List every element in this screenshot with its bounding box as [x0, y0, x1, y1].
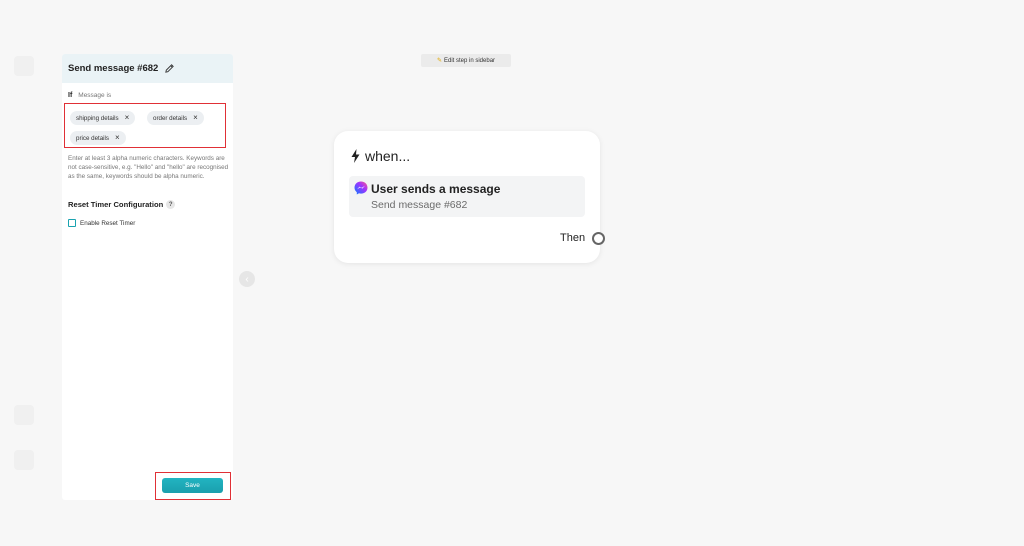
- step-sidebar: Send message #682 If Message is shipping…: [62, 54, 233, 500]
- reset-timer-label: Reset Timer Configuration: [68, 200, 164, 209]
- trigger-node[interactable]: when... User sends a message Send messag…: [334, 131, 605, 263]
- keyword-chip-label: price details: [76, 134, 110, 142]
- trigger-subtitle: Send message #682: [371, 199, 468, 211]
- enable-reset-timer-label: Enable Reset Timer: [80, 219, 136, 227]
- rail-icon[interactable]: [14, 56, 34, 76]
- pencil-icon: ✎: [436, 58, 442, 64]
- collapse-sidebar-button[interactable]: ‹: [239, 271, 255, 287]
- trigger-item[interactable]: User sends a message Send message #682: [349, 176, 585, 217]
- remove-keyword-icon[interactable]: ×: [193, 114, 198, 122]
- save-highlight: Save: [155, 472, 231, 500]
- step-title: Send message #682: [68, 63, 159, 74]
- messenger-icon: [354, 181, 368, 195]
- then-label: Then: [560, 232, 586, 244]
- edit-hint-text: Edit step in sidebar: [444, 57, 496, 64]
- when-label: when...: [365, 148, 411, 164]
- condition-row: If Message is: [68, 92, 111, 99]
- keywords-input[interactable]: shipping details × order details × price…: [64, 103, 226, 148]
- keyword-chip: shipping details ×: [70, 111, 136, 125]
- chevron-left-icon: ‹: [245, 273, 249, 285]
- remove-keyword-icon[interactable]: ×: [115, 134, 120, 142]
- enable-reset-timer-row[interactable]: Enable Reset Timer: [68, 219, 135, 227]
- save-button[interactable]: Save: [162, 478, 223, 493]
- if-label: If: [68, 92, 73, 99]
- enable-reset-timer-checkbox[interactable]: [68, 219, 76, 227]
- rail-icon[interactable]: [14, 405, 34, 425]
- keyword-chip: order details ×: [147, 111, 204, 125]
- edit-pencil-icon[interactable]: [164, 63, 175, 74]
- trigger-title: User sends a message: [371, 182, 501, 196]
- reset-timer-title: Reset Timer Configuration ?: [68, 200, 176, 209]
- keyword-helper-text: Enter at least 3 alpha numeric character…: [68, 155, 229, 181]
- keyword-chip-label: order details: [153, 114, 188, 122]
- sidebar-header: Send message #682: [62, 54, 233, 83]
- condition-label: Message is: [78, 92, 112, 99]
- app-rail: [0, 0, 55, 546]
- keyword-chip: price details ×: [70, 131, 126, 145]
- keyword-chip-label: shipping details: [76, 114, 119, 122]
- help-icon[interactable]: ?: [166, 200, 176, 209]
- bolt-icon: [351, 149, 360, 163]
- rail-icon[interactable]: [14, 450, 34, 470]
- then-connector-port[interactable]: [592, 232, 605, 245]
- edit-hint-pill: ✎ Edit step in sidebar: [421, 54, 511, 67]
- remove-keyword-icon[interactable]: ×: [125, 114, 130, 122]
- when-header: when...: [350, 148, 410, 164]
